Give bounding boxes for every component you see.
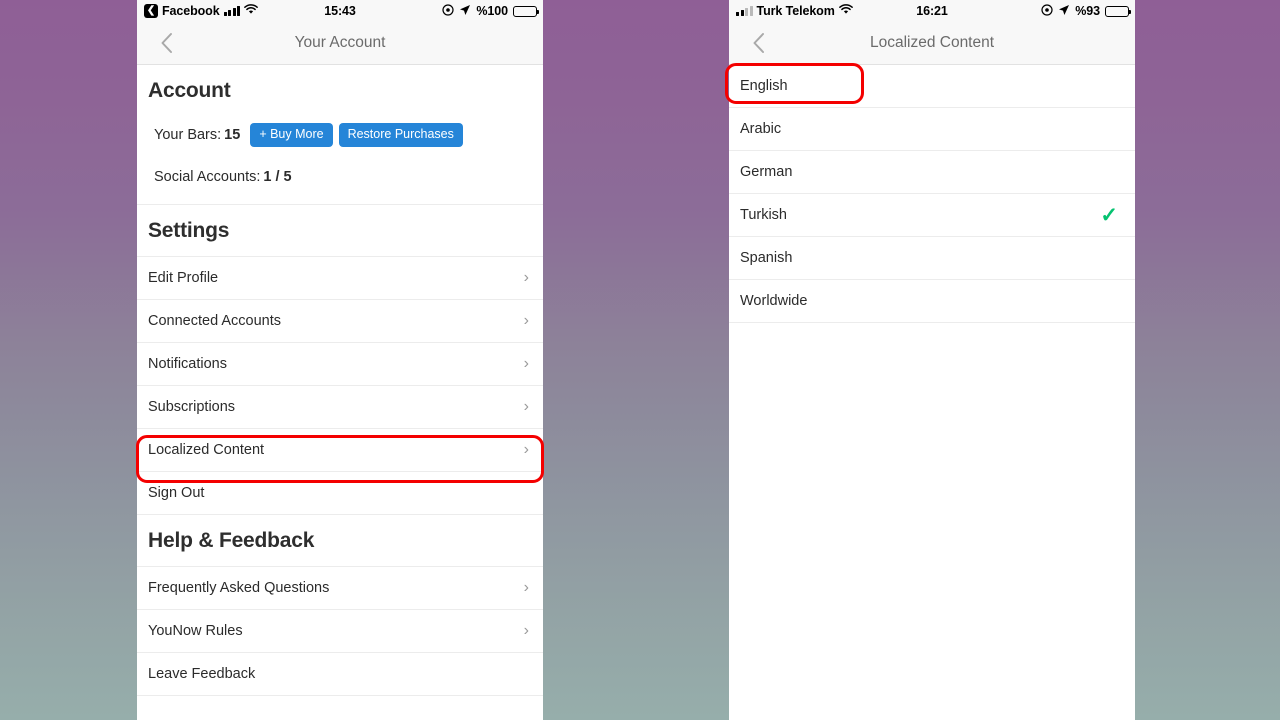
language-option-arabic[interactable]: Arabic bbox=[729, 108, 1135, 151]
row-label: Edit Profile bbox=[148, 270, 219, 286]
page-title: Localized Content bbox=[869, 34, 995, 51]
chevron-right-icon: › bbox=[523, 622, 529, 639]
language-option-german[interactable]: German bbox=[729, 151, 1135, 194]
row-label: English bbox=[740, 78, 788, 94]
settings-list: Edit Profile › Connected Accounts › Noti… bbox=[137, 257, 543, 515]
row-label: Localized Content bbox=[148, 442, 265, 458]
chevron-right-icon: › bbox=[523, 441, 529, 458]
left-nav-bar: Your Account bbox=[137, 22, 543, 65]
sidebar-item-leave-feedback[interactable]: Leave Feedback bbox=[137, 653, 543, 696]
social-accounts-label: Social Accounts: bbox=[154, 169, 261, 185]
checkmark-icon: ✓ bbox=[1100, 203, 1118, 227]
list-item-partial[interactable] bbox=[137, 696, 543, 720]
account-section-heading: Account bbox=[148, 79, 231, 102]
row-label: Spanish bbox=[740, 250, 793, 266]
settings-section-heading: Settings bbox=[137, 205, 543, 257]
bars-label: Your Bars: bbox=[154, 127, 222, 143]
bars-value: 15 bbox=[224, 127, 241, 143]
status-bar-right-group: %100 bbox=[442, 3, 540, 19]
alarm-clock-icon bbox=[442, 3, 455, 19]
social-accounts-row: Social Accounts: 1 / 5 bbox=[154, 164, 532, 190]
row-label: Worldwide bbox=[740, 293, 808, 309]
language-option-turkish[interactable]: Turkish ✓ bbox=[729, 194, 1135, 237]
language-list: English Arabic German Turkish ✓ Spanish … bbox=[729, 65, 1135, 323]
page-title: Your Account bbox=[294, 34, 386, 51]
sidebar-item-notifications[interactable]: Notifications › bbox=[137, 343, 543, 386]
sidebar-item-localized-content[interactable]: Localized Content › bbox=[137, 429, 543, 472]
chevron-right-icon: › bbox=[523, 312, 529, 329]
sidebar-item-younow-rules[interactable]: YouNow Rules › bbox=[137, 610, 543, 653]
row-label: Leave Feedback bbox=[148, 666, 256, 682]
sidebar-item-edit-profile[interactable]: Edit Profile › bbox=[137, 257, 543, 300]
right-nav-bar: Localized Content bbox=[729, 22, 1135, 65]
row-label: Notifications bbox=[148, 356, 227, 372]
left-content: Account Your Bars: 15 + Buy More Restore… bbox=[137, 65, 543, 720]
row-label: German bbox=[740, 164, 793, 180]
sidebar-item-faq[interactable]: Frequently Asked Questions › bbox=[137, 567, 543, 610]
restore-purchases-button[interactable]: Restore Purchases bbox=[338, 123, 463, 147]
location-arrow-icon bbox=[1058, 4, 1070, 19]
left-status-bar: ❮ Facebook 15:43 %100 bbox=[137, 0, 543, 22]
row-label: Arabic bbox=[740, 121, 782, 137]
row-label: Connected Accounts bbox=[148, 313, 282, 329]
right-status-bar: Turk Telekom 16:21 %93 bbox=[729, 0, 1135, 22]
chevron-right-icon: › bbox=[523, 269, 529, 286]
left-phone-screen: ❮ Facebook 15:43 %100 Your Account Accou… bbox=[137, 0, 543, 720]
chevron-right-icon: › bbox=[523, 398, 529, 415]
social-accounts-value: 1 / 5 bbox=[263, 169, 292, 185]
row-label: Sign Out bbox=[148, 485, 205, 501]
battery-icon bbox=[1105, 5, 1132, 17]
battery-percent-label: %100 bbox=[476, 4, 508, 18]
bars-row: Your Bars: 15 + Buy More Restore Purchas… bbox=[154, 122, 532, 148]
language-option-worldwide[interactable]: Worldwide bbox=[729, 280, 1135, 323]
language-option-spanish[interactable]: Spanish bbox=[729, 237, 1135, 280]
row-label: Turkish bbox=[740, 207, 787, 223]
location-arrow-icon bbox=[459, 4, 471, 19]
alarm-clock-icon bbox=[1041, 3, 1053, 19]
help-section-heading: Help & Feedback bbox=[137, 515, 543, 567]
sidebar-item-sign-out[interactable]: Sign Out bbox=[137, 472, 543, 515]
row-label: YouNow Rules bbox=[148, 623, 243, 639]
row-label: Subscriptions bbox=[148, 399, 236, 415]
account-info-block: Your Bars: 15 + Buy More Restore Purchas… bbox=[137, 116, 543, 205]
battery-percent-label: %93 bbox=[1075, 4, 1100, 18]
status-bar-right-group: %93 bbox=[1041, 3, 1132, 19]
sidebar-item-connected-accounts[interactable]: Connected Accounts › bbox=[137, 300, 543, 343]
right-phone-screen: Turk Telekom 16:21 %93 Localized Content… bbox=[729, 0, 1135, 720]
language-option-english[interactable]: English bbox=[729, 65, 1135, 108]
battery-icon bbox=[513, 5, 540, 17]
sidebar-item-subscriptions[interactable]: Subscriptions › bbox=[137, 386, 543, 429]
chevron-right-icon: › bbox=[523, 355, 529, 372]
buy-more-button[interactable]: + Buy More bbox=[250, 123, 333, 147]
row-label: Frequently Asked Questions bbox=[148, 580, 330, 596]
chevron-right-icon: › bbox=[523, 579, 529, 596]
help-list: Frequently Asked Questions › YouNow Rule… bbox=[137, 567, 543, 720]
